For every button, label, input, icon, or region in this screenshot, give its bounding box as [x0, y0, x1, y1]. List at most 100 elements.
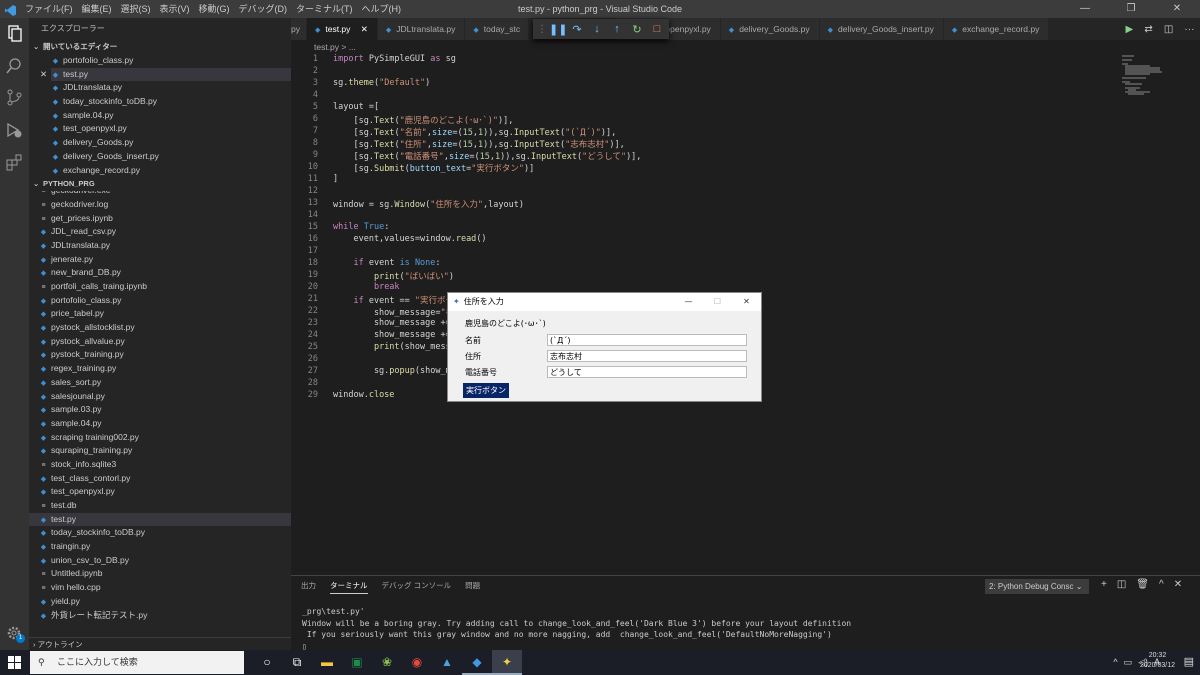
- file-item[interactable]: ◆ traingin.py: [29, 540, 291, 554]
- stop-icon[interactable]: □: [649, 23, 665, 35]
- editor-tab[interactable]: ◆ exchange_record.py: [943, 18, 1050, 40]
- menu-file[interactable]: ファイル(F): [25, 0, 73, 18]
- menu-debug[interactable]: デバッグ(D): [239, 0, 288, 18]
- file-item[interactable]: ◆ sample.03.py: [29, 403, 291, 417]
- step-out-icon[interactable]: ↑: [609, 23, 625, 35]
- file-item[interactable]: ≡ Untitled.ipynb: [29, 567, 291, 581]
- close-button[interactable]: ✕: [1154, 0, 1200, 18]
- tab-problems[interactable]: 問題: [465, 580, 480, 594]
- tab-terminal[interactable]: ターミナル: [330, 580, 368, 594]
- notification-icon[interactable]: ▤: [1184, 655, 1194, 668]
- editor-tab[interactable]: ◆ today_stc: [465, 18, 530, 40]
- breadcrumb[interactable]: test.py > ...: [314, 40, 356, 54]
- open-editor-item[interactable]: ◆ exchange_record.py: [51, 164, 291, 178]
- extensions-icon[interactable]: [5, 153, 24, 172]
- file-item[interactable]: ◆ price_tabel.py: [29, 307, 291, 321]
- open-editor-item[interactable]: ◆ delivery_Goods.py: [51, 136, 291, 150]
- split-editor-icon[interactable]: ◫: [1164, 24, 1173, 35]
- terminal-select[interactable]: 2: Python Debug Consc ⌄: [985, 579, 1089, 594]
- file-item[interactable]: ≡geckodriver.exe: [29, 191, 291, 198]
- name-input[interactable]: (`Д´): [547, 334, 747, 346]
- file-item[interactable]: ◆ sales_sort.py: [29, 376, 291, 390]
- file-item[interactable]: ◆ jenerate.py: [29, 253, 291, 267]
- menu-view[interactable]: 表示(V): [160, 0, 190, 18]
- debug-icon[interactable]: [5, 121, 24, 140]
- submit-button[interactable]: 実行ボタン: [463, 383, 509, 398]
- search-icon[interactable]: [5, 56, 24, 75]
- minimap[interactable]: [1120, 54, 1190, 99]
- run-icon[interactable]: ▶: [1126, 24, 1134, 35]
- open-editor-item[interactable]: ✕ ◆ test.py: [40, 67, 291, 82]
- address-input[interactable]: 志布志村: [547, 350, 747, 362]
- more-icon[interactable]: ···: [1184, 24, 1194, 35]
- compare-icon[interactable]: ⇄: [1144, 24, 1152, 35]
- close-icon[interactable]: ✕: [1174, 579, 1182, 590]
- close-icon[interactable]: ✕: [358, 24, 368, 34]
- file-item[interactable]: ◆ sample.04.py: [29, 417, 291, 431]
- file-item[interactable]: ◆ pystock_allstocklist.py: [29, 321, 291, 335]
- source-control-icon[interactable]: [5, 88, 24, 107]
- python-taskbar-icon[interactable]: ✦: [492, 650, 522, 675]
- open-editor-item[interactable]: ◆ delivery_Goods_insert.py: [51, 150, 291, 164]
- open-editor-item[interactable]: ◆ sample.04.py: [51, 109, 291, 123]
- split-terminal-icon[interactable]: ◫: [1117, 579, 1126, 590]
- file-item[interactable]: ◆ yield.py: [29, 595, 291, 609]
- photos-icon[interactable]: ▲: [432, 650, 462, 675]
- chrome-icon[interactable]: ◉: [402, 650, 432, 675]
- gear-icon[interactable]: 1: [5, 624, 25, 643]
- explorer-icon[interactable]: [5, 24, 24, 43]
- step-over-icon[interactable]: ↷: [569, 23, 585, 36]
- add-icon[interactable]: +: [1101, 579, 1107, 590]
- file-item[interactable]: ◆ salesjounal.py: [29, 390, 291, 404]
- file-item[interactable]: ◆ today_stockinfo_toDB.py: [29, 526, 291, 540]
- network-app-icon[interactable]: ❀: [372, 650, 402, 675]
- open-editor-item[interactable]: ◆ portofolio_class.py: [51, 54, 291, 68]
- file-item[interactable]: ◆ portofolio_class.py: [29, 294, 291, 308]
- menu-selection[interactable]: 選択(S): [121, 0, 151, 18]
- outline-header[interactable]: › アウトライン: [29, 637, 291, 650]
- menu-help[interactable]: ヘルプ(H): [362, 0, 402, 18]
- open-editor-item[interactable]: ◆ JDLtranslata.py: [51, 81, 291, 95]
- menu-go[interactable]: 移動(G): [199, 0, 230, 18]
- editor-tab[interactable]: ◆ JDLtranslata.py: [377, 18, 466, 40]
- dialog-minimize-button[interactable]: —: [674, 293, 703, 311]
- file-item[interactable]: ≡ test.db: [29, 499, 291, 513]
- editor-tab[interactable]: py: [291, 18, 307, 40]
- chevron-up-icon[interactable]: ^: [1159, 579, 1164, 590]
- file-explorer-icon[interactable]: ▬: [312, 650, 342, 675]
- menu-edit[interactable]: 編集(E): [82, 0, 112, 18]
- folder-header[interactable]: ⌄ PYTHON_PRG: [29, 177, 291, 191]
- dialog-close-button[interactable]: ✕: [732, 293, 761, 311]
- network-icon[interactable]: ▭: [1124, 652, 1133, 673]
- editor-tab[interactable]: ◆ test.py ✕: [306, 18, 378, 40]
- pause-icon[interactable]: ❚❚: [549, 23, 567, 36]
- file-item[interactable]: ◆ union_csv_to_DB.py: [29, 554, 291, 568]
- editor-tab[interactable]: ◆ delivery_Goods_insert.py: [819, 18, 944, 40]
- open-editor-item[interactable]: ◆ test_openpyxl.py: [51, 122, 291, 136]
- drag-handle-icon[interactable]: ⋮: [537, 24, 547, 35]
- open-editors-header[interactable]: ⌄ 開いているエディター: [29, 40, 291, 54]
- taskbar-search[interactable]: ⚲ ここに入力して検索: [30, 651, 244, 674]
- phone-input[interactable]: どうして: [547, 366, 747, 378]
- windows-start-icon[interactable]: [8, 656, 21, 674]
- file-item[interactable]: ◆ regex_training.py: [29, 362, 291, 376]
- menu-terminal[interactable]: ターミナル(T): [296, 0, 353, 18]
- step-into-icon[interactable]: ↓: [589, 23, 605, 35]
- close-icon[interactable]: ✕: [40, 68, 47, 82]
- excel-icon[interactable]: ▣: [342, 650, 372, 675]
- file-item[interactable]: ◆ JDL_read_csv.py: [29, 225, 291, 239]
- file-item[interactable]: ◆ new_brand_DB.py: [29, 266, 291, 280]
- minimize-button[interactable]: —: [1062, 0, 1108, 18]
- maximize-button[interactable]: ❐: [1108, 0, 1154, 18]
- file-item[interactable]: ◆ scraping training002.py: [29, 431, 291, 445]
- tab-output[interactable]: 出力: [301, 580, 316, 594]
- editor-tab[interactable]: ◆ delivery_Goods.py: [720, 18, 820, 40]
- restart-icon[interactable]: ↻: [629, 23, 645, 36]
- file-item[interactable]: ◆ test.py: [29, 512, 291, 527]
- file-item[interactable]: ≡ geckodriver.log: [29, 198, 291, 212]
- file-item[interactable]: ◆ squraping_training.py: [29, 444, 291, 458]
- file-item[interactable]: ◆ pystock_allvalue.py: [29, 335, 291, 349]
- file-item[interactable]: ◆ test_class_contorl.py: [29, 472, 291, 486]
- file-item[interactable]: ◆ JDLtranslata.py: [29, 239, 291, 253]
- file-item[interactable]: ◆ 外貨レート転記テスト.py: [29, 609, 291, 623]
